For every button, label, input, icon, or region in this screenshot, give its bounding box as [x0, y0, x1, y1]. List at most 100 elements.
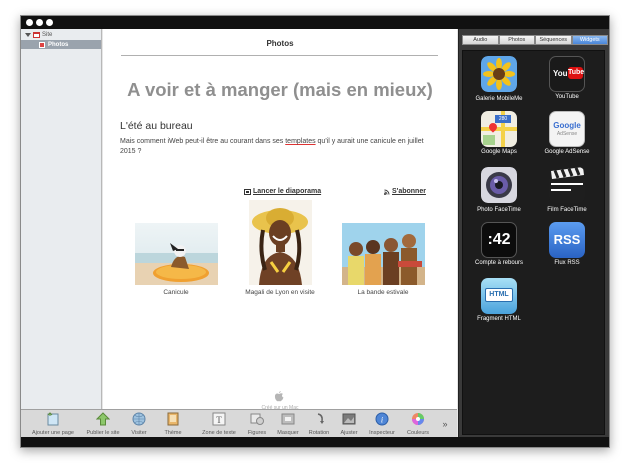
widget-label: YouTube [555, 94, 579, 100]
toolbar-label: Figures [247, 430, 267, 436]
publish-site-button[interactable]: Publier le site [81, 412, 125, 436]
adjust-icon [342, 413, 356, 425]
media-browser: Audio Photos Séquences Widgets Galerie M… [458, 29, 609, 439]
mask-icon [281, 413, 295, 425]
paragraph-misspelled-word: templates [285, 138, 316, 145]
photo-caption: La bande estivale [357, 289, 409, 296]
widget-label: Flux RSS [554, 260, 580, 266]
page-nav-title[interactable]: Photos [103, 39, 457, 48]
site-label: Site [42, 32, 53, 38]
widget-rss[interactable]: RSS Flux RSS [535, 222, 599, 266]
widgets-panel: Galerie MobileMe You Tube YouTube 280 Go… [462, 50, 605, 435]
iweb-window: Site Photos Photos A voir et à manger (m… [20, 15, 610, 448]
visit-button[interactable]: Visiter [125, 412, 153, 436]
navbar-divider [121, 55, 438, 56]
google-maps-icon: 280 [481, 111, 517, 147]
tab-widgets[interactable]: Widgets [571, 35, 608, 45]
theme-icon [167, 412, 179, 426]
slideshow-link[interactable]: Lancer le diaporama [244, 188, 321, 195]
toolbar-label: Ajuster [340, 430, 358, 436]
theme-button[interactable]: Thème [159, 412, 187, 436]
camera-lens-icon [481, 167, 517, 203]
toolbar-label: Publier le site [86, 430, 120, 436]
svg-text:T: T [216, 415, 222, 425]
widget-html-snippet[interactable]: HTML Fragment HTML [467, 278, 531, 322]
photo-caption: Magali de Lyon en visite [245, 289, 315, 296]
page-paragraph[interactable]: Mais comment iWeb peut-il être au couran… [120, 137, 440, 157]
clapperboard-icon [549, 167, 585, 203]
page-subheading[interactable]: L'été au bureau [120, 120, 193, 132]
widget-google-adsense[interactable]: Google AdSense Google AdSense [535, 111, 599, 155]
close-button[interactable] [26, 19, 33, 26]
toolbar-label: Couleurs [406, 430, 429, 436]
colors-button[interactable]: Couleurs [403, 412, 433, 436]
minimize-button[interactable] [36, 19, 43, 26]
photo-magali[interactable] [249, 200, 312, 285]
html-snippet-icon: HTML [481, 278, 517, 314]
toolbar-label: Inspecteur [369, 430, 395, 436]
globe-icon [132, 412, 146, 426]
bottom-toolbar: Ajouter une page Publier le site Visiter… [21, 409, 457, 439]
widget-label: Compte à rebours [474, 260, 524, 266]
youtube-icon: You Tube [549, 56, 585, 92]
toolbar-label: Masquer [277, 430, 299, 436]
svg-text:i: i [381, 416, 383, 425]
widget-label: Photo FaceTime [477, 207, 521, 213]
subscribe-link-label: S'abonner [392, 188, 426, 195]
page-navbar: Photos [103, 29, 457, 57]
paragraph-text-1: Mais comment iWeb peut-il être au couran… [120, 138, 286, 145]
google-adsense-icon: Google AdSense [549, 111, 585, 147]
subscribe-link[interactable]: S'abonner [384, 188, 426, 195]
widget-youtube[interactable]: You Tube YouTube [535, 56, 599, 100]
inspector-button[interactable]: i Inspecteur [365, 412, 399, 436]
color-wheel-icon [412, 413, 424, 425]
widget-film-facetime[interactable]: Film FaceTime [535, 167, 599, 213]
widget-label: Film FaceTime [547, 207, 587, 213]
widget-label: Google Maps [481, 149, 517, 155]
photo-bande-estivale[interactable] [342, 223, 425, 285]
text-box-button[interactable]: T Zone de texte [197, 412, 241, 436]
mask-button[interactable]: Masquer [273, 412, 303, 436]
shapes-icon [250, 413, 264, 425]
rotate-button[interactable]: Rotation [305, 412, 333, 436]
toolbar-overflow-button[interactable]: » [439, 419, 451, 429]
rss-icon: RSS [549, 222, 585, 258]
slideshow-icon [244, 188, 251, 195]
apple-logo-icon [274, 391, 284, 402]
toolbar-label: Zone de texte [202, 430, 236, 436]
page-heading[interactable]: A voir et à manger (mais en mieux) [103, 79, 457, 101]
photos-page-label: Photos [48, 41, 69, 48]
title-bar [21, 16, 609, 29]
toolbar-label: Thème [164, 430, 182, 436]
disclosure-triangle-icon[interactable] [25, 33, 31, 37]
photos-page-icon [39, 41, 45, 48]
site-icon [33, 32, 40, 38]
shapes-button[interactable]: Figures [243, 412, 271, 436]
page-canvas[interactable]: Photos A voir et à manger (mais en mieux… [103, 29, 457, 411]
info-icon: i [375, 412, 389, 426]
add-page-icon [47, 412, 59, 426]
rotate-icon [317, 413, 324, 424]
tab-audio[interactable]: Audio [462, 35, 499, 45]
widget-google-maps[interactable]: 280 Google Maps [467, 111, 531, 155]
widget-galerie-mobileme[interactable]: Galerie MobileMe [467, 56, 531, 102]
tab-photos[interactable]: Photos [498, 35, 535, 45]
text-box-icon: T [212, 412, 226, 426]
media-tabs: Audio Photos Séquences Widgets [462, 35, 608, 45]
slideshow-link-label: Lancer le diaporama [253, 188, 322, 195]
add-page-button[interactable]: Ajouter une page [25, 412, 81, 436]
adjust-button[interactable]: Ajuster [335, 412, 363, 436]
toolbar-label: Rotation [308, 430, 330, 436]
widget-photo-facetime[interactable]: Photo FaceTime [467, 167, 531, 213]
sidebar-item-photos[interactable]: Photos [21, 40, 101, 49]
toolbar-label: Visiter [131, 430, 147, 436]
toolbar-label: Ajouter une page [32, 430, 74, 436]
widget-countdown[interactable]: :42 Compte à rebours [467, 222, 531, 266]
countdown-icon: :42 [481, 222, 517, 258]
widget-label: Galerie MobileMe [475, 96, 523, 102]
widget-label: Fragment HTML [477, 316, 521, 322]
zoom-button[interactable] [46, 19, 53, 26]
photo-canicule[interactable] [135, 223, 218, 285]
tab-sequences[interactable]: Séquences [535, 35, 572, 45]
sidebar-item-site[interactable]: Site [25, 32, 52, 38]
